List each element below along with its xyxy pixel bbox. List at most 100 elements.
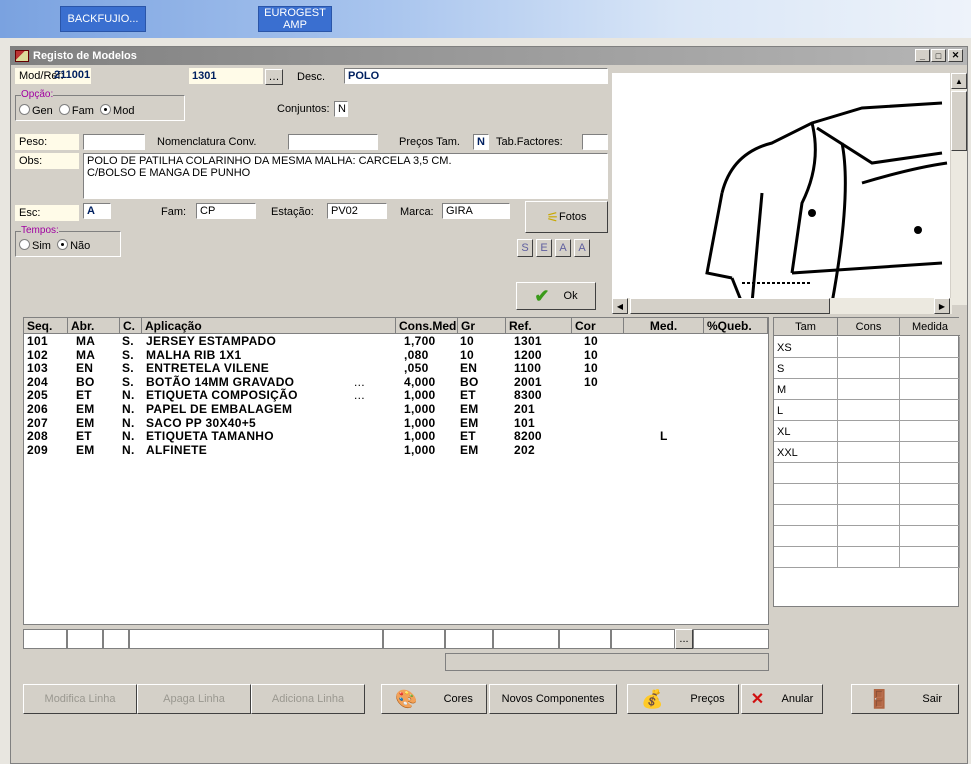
size-medida-cell[interactable] [900,337,960,358]
col-med[interactable]: Med. [624,318,704,334]
col-abr[interactable]: Abr. [68,318,120,334]
estacao-input[interactable]: PV02 [327,203,387,219]
cell-c[interactable]: N. [122,416,135,430]
col-cons[interactable]: Cons [838,318,900,336]
scroll-up-button[interactable]: ▲ [951,73,967,89]
cell-c[interactable]: S. [122,335,134,348]
size-row[interactable] [774,547,960,568]
size-row[interactable] [774,505,960,526]
cell-aplicacao[interactable]: SACO PP 30X40+5 [146,416,256,430]
peso-input[interactable] [83,134,145,150]
conjuntos-input[interactable]: N [334,101,348,117]
radio-nao[interactable] [57,239,69,250]
tab-factores-input[interactable] [582,134,608,150]
components-grid[interactable]: Seq. Abr. C. Aplicação Cons.Med Gr Ref. … [23,317,769,625]
cell-aplicacao[interactable]: ALFINETE [146,443,207,457]
cell-ref[interactable]: 8200 [514,430,542,443]
edit-browse-button[interactable]: ... [675,629,693,649]
size-medida-cell[interactable] [900,547,960,568]
image-vertical-scrollbar[interactable]: ▲ [951,73,967,305]
edit-abr[interactable] [67,629,103,649]
modifica-linha-button[interactable]: Modifica Linha [23,684,137,714]
edit-cor[interactable] [559,629,611,649]
cell-aplicacao[interactable]: PAPEL DE EMBALAGEM [146,403,292,416]
scroll-left-button[interactable]: ◀ [612,298,628,314]
col-tam[interactable]: Tam [774,318,838,336]
size-tam-cell[interactable]: XL [774,421,838,442]
cell-ellipsis[interactable]: ... [354,375,365,389]
cell-seq[interactable]: 101 [27,335,48,348]
apaga-linha-button[interactable]: Apaga Linha [137,684,251,714]
radio-gen[interactable] [19,104,30,115]
cell-aplicacao[interactable]: JERSEY ESTAMPADO [146,335,276,348]
size-cons-cell[interactable] [838,484,900,505]
size-cons-cell[interactable] [838,400,900,421]
cell-abr[interactable]: MA [76,348,95,362]
size-medida-cell[interactable] [900,421,960,442]
minimize-button[interactable]: _ [915,49,930,62]
size-tam-cell[interactable]: XS [774,337,838,358]
radio-mod[interactable] [100,104,112,115]
cell-gr[interactable]: EM [460,443,479,457]
cell-ref[interactable]: 1100 [514,362,541,375]
vscroll-thumb[interactable] [951,91,967,151]
cell-cons-med[interactable]: 1,000 [404,389,436,402]
cell-gr[interactable]: ET [460,389,476,402]
size-medida-cell[interactable] [900,400,960,421]
size-row[interactable]: XS [774,337,960,358]
edit-gr[interactable] [445,629,493,649]
cell-c[interactable]: N. [122,403,135,416]
cell-abr[interactable]: ET [76,430,92,443]
esc-input[interactable]: A [83,203,111,219]
a-button-2[interactable]: A [574,239,590,257]
desc-input[interactable]: POLO [344,68,608,84]
size-medida-cell[interactable] [900,463,960,484]
cores-button[interactable]: 🎨 Cores [381,684,487,714]
size-row[interactable]: M [774,379,960,400]
cell-aplicacao[interactable]: MALHA RIB 1X1 [146,348,241,362]
col-gr[interactable]: Gr [458,318,506,334]
size-medida-cell[interactable] [900,505,960,526]
cell-cons-med[interactable]: 4,000 [404,375,436,389]
edit-queb[interactable] [693,629,769,649]
fam-input[interactable]: CP [196,203,256,219]
col-c[interactable]: C. [120,318,142,334]
size-tam-cell[interactable]: L [774,400,838,421]
cell-ref[interactable]: 1301 [514,335,542,348]
col-seq[interactable]: Seq. [24,318,68,334]
cell-c[interactable]: N. [122,389,135,402]
cell-cons-med[interactable]: ,080 [404,348,429,362]
image-horizontal-scrollbar[interactable]: ◀ ▶ [612,298,952,314]
col-queb[interactable]: %Queb. [704,318,768,334]
cell-aplicacao[interactable]: ETIQUETA COMPOSIÇÃO [146,389,298,402]
size-row[interactable] [774,484,960,505]
cell-seq[interactable]: 204 [27,375,48,389]
nomenclatura-input[interactable] [288,134,378,150]
radio-fam[interactable] [58,104,70,115]
ok-button[interactable]: ✔ Ok [516,282,596,310]
size-cons-cell[interactable] [838,358,900,379]
fotos-button[interactable]: ⚟ Fotos [525,201,608,233]
col-ref[interactable]: Ref. [506,318,572,334]
size-tam-cell[interactable]: M [774,379,838,400]
size-cons-cell[interactable] [838,379,900,400]
cell-c[interactable]: N. [122,430,135,443]
cell-gr[interactable]: EM [460,403,479,416]
size-row[interactable]: XXL [774,442,960,463]
cell-ref[interactable]: 1200 [514,348,542,362]
cell-abr[interactable]: EN [76,362,93,375]
cell-seq[interactable]: 205 [27,389,48,402]
col-medida[interactable]: Medida [900,318,960,336]
cell-c[interactable]: N. [122,443,135,457]
s-button[interactable]: S [517,239,533,257]
cell-ellipsis[interactable]: ... [354,389,365,402]
size-tam-cell[interactable]: XXL [774,442,838,463]
precos-button[interactable]: 💰 Preços [627,684,739,714]
cell-ref[interactable]: 202 [514,443,535,457]
modref-browse-button[interactable]: … [265,69,283,85]
cell-seq[interactable]: 102 [27,348,48,362]
sair-button[interactable]: 🚪 Sair [851,684,959,714]
size-row[interactable]: XL [774,421,960,442]
edit-med[interactable] [611,629,675,649]
cell-seq[interactable]: 208 [27,430,48,443]
